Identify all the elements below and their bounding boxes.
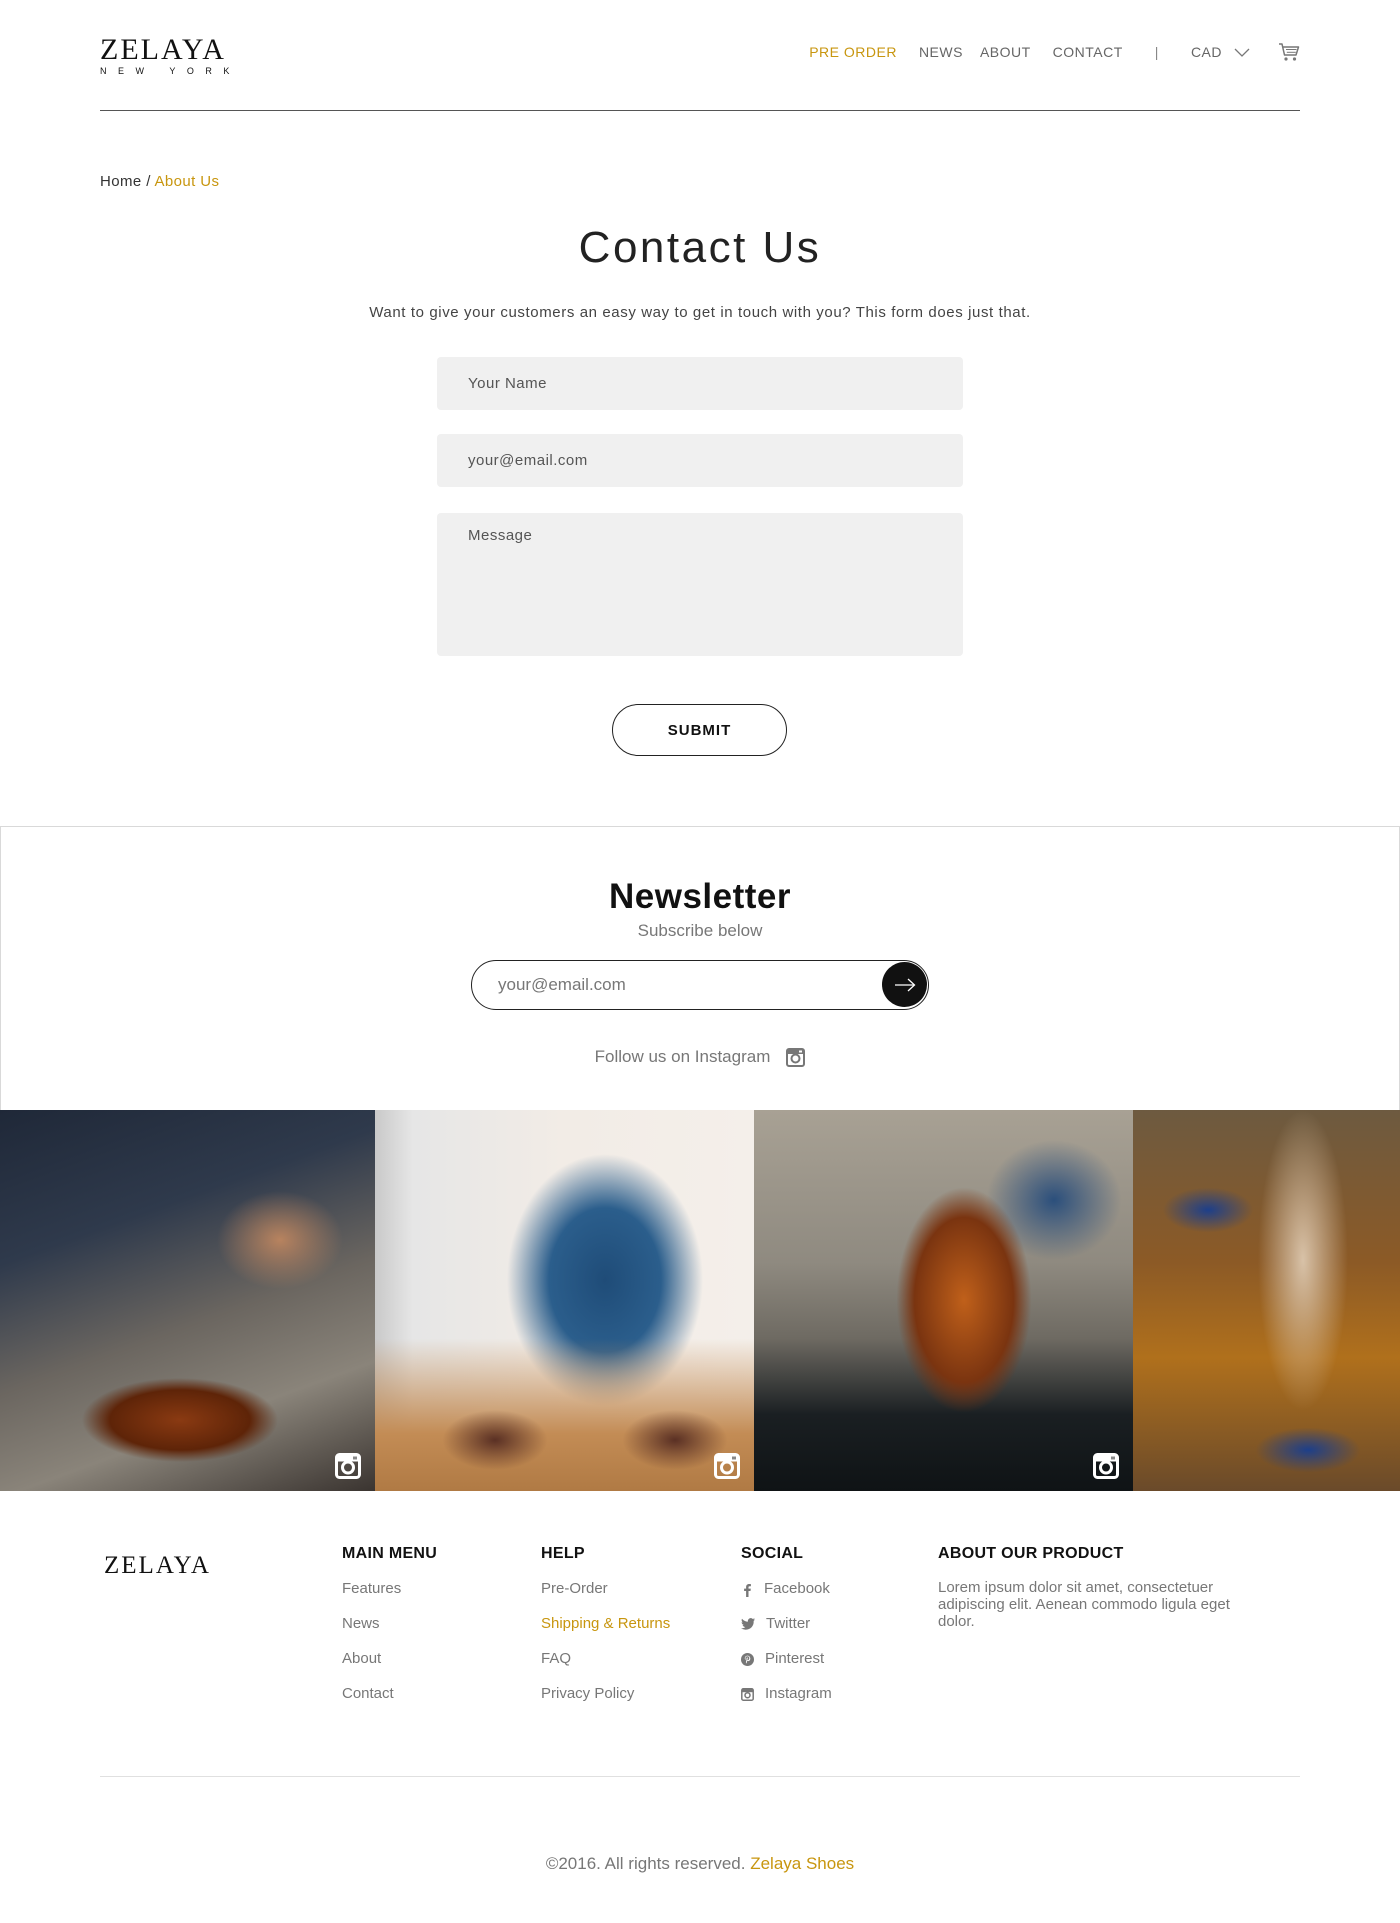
copyright-brand-link[interactable]: Zelaya Shoes	[750, 1854, 854, 1873]
footer-logo[interactable]: ZELAYA	[104, 1552, 211, 1580]
facebook-icon	[744, 1584, 751, 1597]
footer-link-instagram[interactable]: Instagram	[765, 1684, 832, 1704]
newsletter-submit-button[interactable]	[882, 962, 927, 1007]
breadcrumb-separator: /	[141, 173, 155, 190]
main-nav: PRE ORDER NEWS ABOUT CONTACT | CAD	[809, 40, 1300, 64]
footer-social-pinterest[interactable]: Pinterest	[741, 1649, 832, 1684]
footer-heading: SOCIAL	[741, 1545, 804, 1562]
footer-link-preorder[interactable]: Pre-Order	[541, 1579, 608, 1599]
page-title: Contact Us	[0, 222, 1400, 273]
footer-link-shipping-returns[interactable]: Shipping & Returns	[541, 1614, 670, 1634]
instagram-icon	[786, 1047, 806, 1067]
footer-link-news[interactable]: News	[342, 1614, 380, 1634]
nav-item-news[interactable]: NEWS	[919, 44, 963, 60]
instagram-icon	[714, 1453, 740, 1479]
submit-button[interactable]: SUBMIT	[612, 704, 787, 756]
logo-wordmark: ZELAYA	[100, 33, 226, 66]
footer-link-about[interactable]: About	[342, 1649, 381, 1669]
instagram-icon	[1093, 1453, 1119, 1479]
instagram-icon	[741, 1688, 754, 1701]
newsletter-section: Newsletter Subscribe below Follow us on …	[0, 826, 1400, 1110]
footer-help-menu: HELP Pre-Order Shipping & Returns FAQ Pr…	[541, 1543, 670, 1719]
nav-item-preorder[interactable]: PRE ORDER	[809, 44, 897, 60]
footer-divider	[100, 1776, 1300, 1777]
newsletter-subtitle: Subscribe below	[637, 921, 763, 940]
footer-link-faq[interactable]: FAQ	[541, 1649, 571, 1669]
message-field[interactable]	[437, 513, 963, 656]
currency-label: CAD	[1190, 44, 1222, 60]
breadcrumb: Home / About Us	[100, 173, 219, 190]
footer-link-features[interactable]: Features	[342, 1579, 401, 1599]
nav-separator: |	[1154, 44, 1159, 60]
footer-social-twitter[interactable]: Twitter	[741, 1614, 832, 1649]
footer-link-contact[interactable]: Contact	[342, 1684, 394, 1704]
nav-item-about[interactable]: ABOUT	[980, 44, 1031, 60]
newsletter-title: Newsletter	[608, 877, 792, 916]
gallery-photo[interactable]	[754, 1110, 1133, 1491]
breadcrumb-current: About Us	[154, 173, 220, 190]
footer-about: ABOUT OUR PRODUCT Lorem ipsum dolor sit …	[938, 1543, 1258, 1630]
footer-heading: MAIN MENU	[342, 1545, 438, 1562]
gallery-photo[interactable]	[1133, 1110, 1400, 1491]
nav-item-contact[interactable]: CONTACT	[1053, 44, 1123, 60]
page-subtitle: Want to give your customers an easy way …	[369, 304, 1031, 321]
footer-link-facebook[interactable]: Facebook	[764, 1579, 830, 1599]
breadcrumb-home[interactable]: Home	[100, 173, 142, 190]
footer-main-menu: MAIN MENU Features News About Contact	[342, 1543, 437, 1719]
currency-selector[interactable]: CAD	[1191, 44, 1250, 60]
footer-heading: ABOUT OUR PRODUCT	[938, 1545, 1124, 1562]
footer-about-text: Lorem ipsum dolor sit amet, consectetuer…	[938, 1579, 1230, 1630]
pinterest-icon	[741, 1653, 754, 1666]
gallery-photo[interactable]	[0, 1110, 375, 1491]
copyright: ©2016. All rights reserved. Zelaya Shoes	[0, 1854, 1400, 1874]
site-header: ZELAYA NEW YORK PRE ORDER NEWS ABOUT CON…	[100, 0, 1300, 111]
page-title-text: Contact Us	[578, 223, 822, 272]
footer-social-instagram[interactable]: Instagram	[741, 1684, 832, 1719]
instagram-icon	[335, 1453, 361, 1479]
email-field[interactable]	[437, 434, 963, 487]
newsletter-form	[471, 960, 929, 1010]
gallery-photo[interactable]	[375, 1110, 754, 1491]
twitter-icon	[741, 1618, 755, 1630]
name-field[interactable]	[437, 357, 963, 410]
copyright-text: ©2016. All rights reserved.	[545, 1854, 746, 1873]
footer-heading: HELP	[541, 1545, 585, 1562]
logo-tagline: NEW YORK	[100, 66, 241, 76]
footer-link-twitter[interactable]: Twitter	[766, 1614, 810, 1634]
newsletter-email-input[interactable]	[498, 961, 858, 1008]
footer-social-facebook[interactable]: Facebook	[741, 1579, 832, 1614]
instagram-gallery	[0, 1110, 1400, 1491]
footer-social-menu: SOCIAL Facebook Twitter Pinterest Instag…	[741, 1543, 832, 1719]
arrow-right-icon	[894, 978, 915, 991]
cart-button[interactable]	[1278, 42, 1300, 62]
logo[interactable]: ZELAYA NEW YORK	[100, 33, 241, 77]
chevron-down-icon	[1234, 48, 1250, 57]
footer-link-pinterest[interactable]: Pinterest	[765, 1649, 824, 1669]
footer-link-privacy-policy[interactable]: Privacy Policy	[541, 1684, 634, 1704]
follow-text: Follow us on Instagram	[594, 1047, 771, 1066]
cart-icon	[1279, 43, 1300, 61]
instagram-follow[interactable]: Follow us on Instagram	[1, 1047, 1399, 1067]
